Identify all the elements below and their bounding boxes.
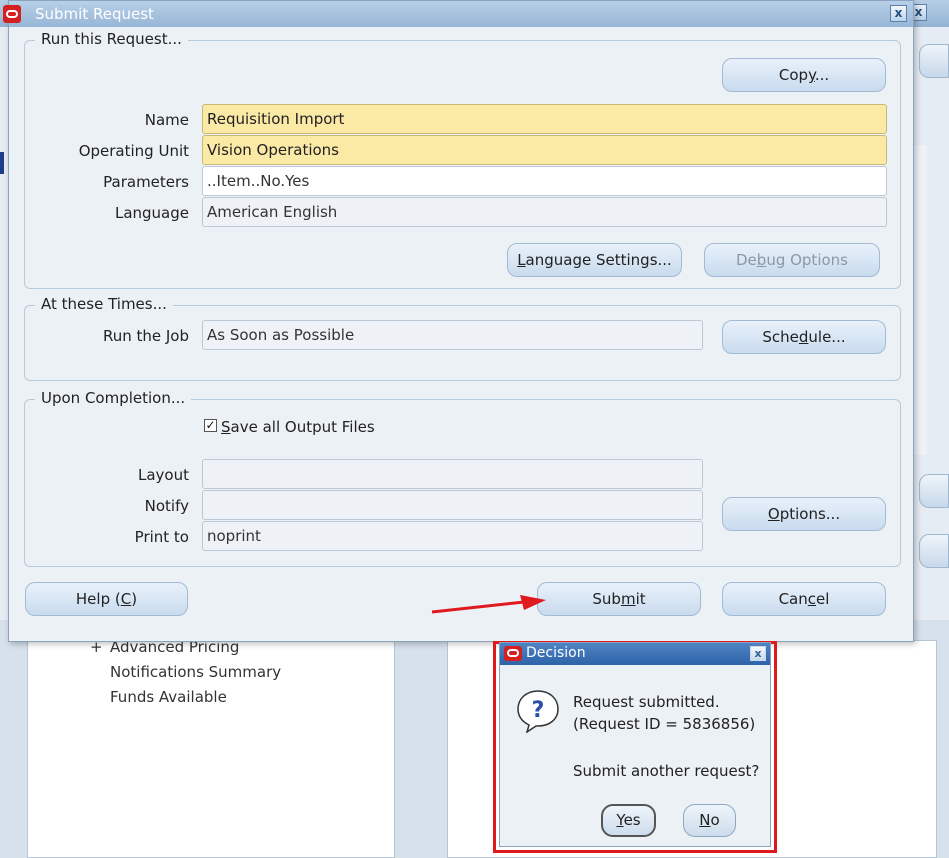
submit-request-dialog: Submit Request x Run this Request... Cop…	[3, 0, 914, 642]
background-side-tab[interactable]	[919, 44, 949, 78]
decision-dialog: Decision x ? Request submitted. (Request…	[499, 642, 771, 847]
run-job-label: Run the Job	[102, 327, 189, 345]
dialog-titlebar[interactable]: Submit Request x	[3, 1, 913, 27]
background-focus-marker	[0, 152, 4, 174]
yes-button[interactable]: Yes	[601, 804, 656, 837]
submit-button[interactable]: Submit	[537, 582, 701, 616]
group-label-run-times: At these Times...	[35, 295, 173, 313]
layout-label: Layout	[138, 466, 189, 484]
group-label-run-request: Run this Request...	[35, 30, 188, 48]
oracle-logo-icon	[504, 646, 522, 661]
operating-unit-field[interactable]: Vision Operations	[202, 135, 887, 165]
no-button[interactable]: No	[683, 804, 736, 837]
group-label-completion: Upon Completion...	[35, 389, 192, 407]
background-side-tab[interactable]	[919, 534, 949, 568]
decision-titlebar[interactable]: Decision x	[500, 643, 770, 665]
nav-item-funds-available[interactable]: Funds Available	[110, 688, 227, 706]
layout-field[interactable]	[202, 459, 703, 489]
copy-button[interactable]: Copy...	[722, 58, 886, 92]
oracle-logo-icon	[3, 5, 21, 23]
decision-question: Submit another request?	[573, 762, 760, 780]
print-to-label: Print to	[134, 528, 189, 546]
cancel-button[interactable]: Cancel	[722, 582, 886, 616]
language-field[interactable]: American English	[202, 197, 887, 227]
help-button[interactable]: Help (C)	[25, 582, 188, 616]
language-settings-button[interactable]: Language Settings...	[507, 243, 682, 277]
name-label: Name	[144, 111, 189, 129]
close-icon[interactable]: x	[890, 5, 907, 22]
decision-message-line1: Request submitted.	[573, 693, 720, 711]
notify-field[interactable]	[202, 490, 703, 520]
nav-item-notifications-summary[interactable]: Notifications Summary	[110, 663, 281, 681]
decision-title: Decision	[526, 645, 586, 661]
debug-options-button[interactable]: Debug Options	[704, 243, 880, 277]
language-label: Language	[114, 204, 189, 222]
question-bubble-icon: ?	[517, 690, 559, 733]
print-to-field[interactable]: noprint	[202, 521, 703, 551]
background-scrollbar[interactable]	[913, 145, 927, 455]
svg-text:?: ?	[532, 698, 545, 723]
run-job-field[interactable]: As Soon as Possible	[202, 320, 703, 350]
name-field[interactable]: Requisition Import	[202, 104, 887, 134]
save-output-checkbox[interactable]: ✓	[204, 419, 217, 432]
save-output-label[interactable]: Save all Output Files	[221, 418, 375, 436]
dialog-title: Submit Request	[35, 5, 154, 23]
options-button[interactable]: Options...	[722, 497, 886, 531]
background-side-tab[interactable]	[919, 474, 949, 508]
operating-unit-label: Operating Unit	[78, 142, 189, 160]
notify-label: Notify	[144, 497, 189, 515]
schedule-button[interactable]: Schedule...	[722, 320, 886, 354]
decision-message-line2: (Request ID = 5836856)	[573, 715, 756, 733]
red-arrow-annotation	[431, 595, 546, 614]
parameters-field[interactable]: ..Item..No.Yes	[202, 166, 887, 196]
close-icon[interactable]: x	[750, 646, 766, 661]
parameters-label: Parameters	[103, 173, 189, 191]
